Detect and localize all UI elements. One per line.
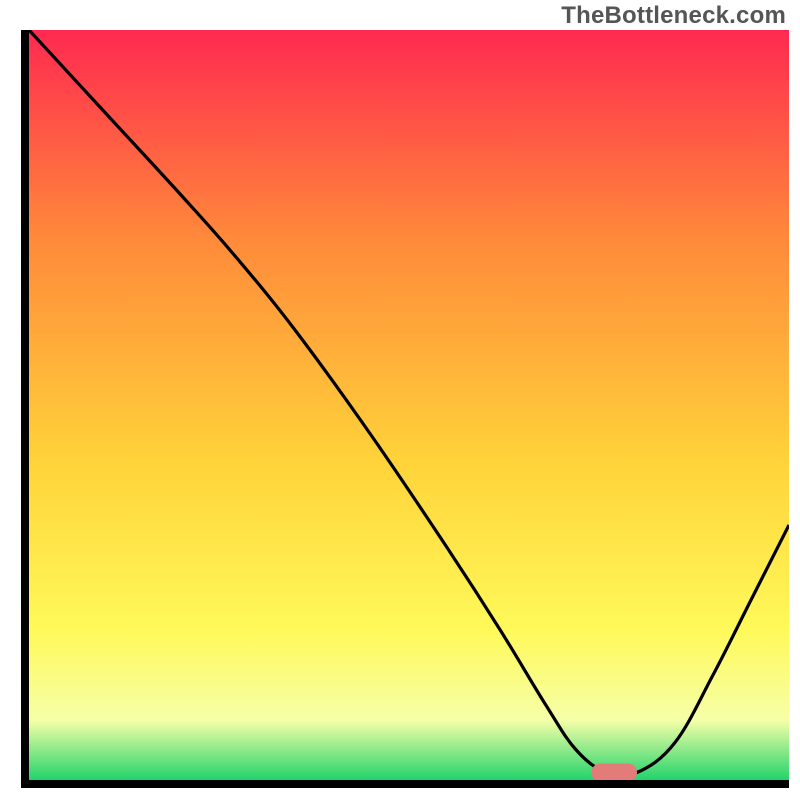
- plot-frame: [21, 30, 789, 788]
- plot-area: [29, 30, 789, 780]
- watermark-text: TheBottleneck.com: [561, 2, 786, 30]
- chart-container: TheBottleneck.com: [0, 0, 800, 800]
- optimal-marker: [29, 30, 789, 780]
